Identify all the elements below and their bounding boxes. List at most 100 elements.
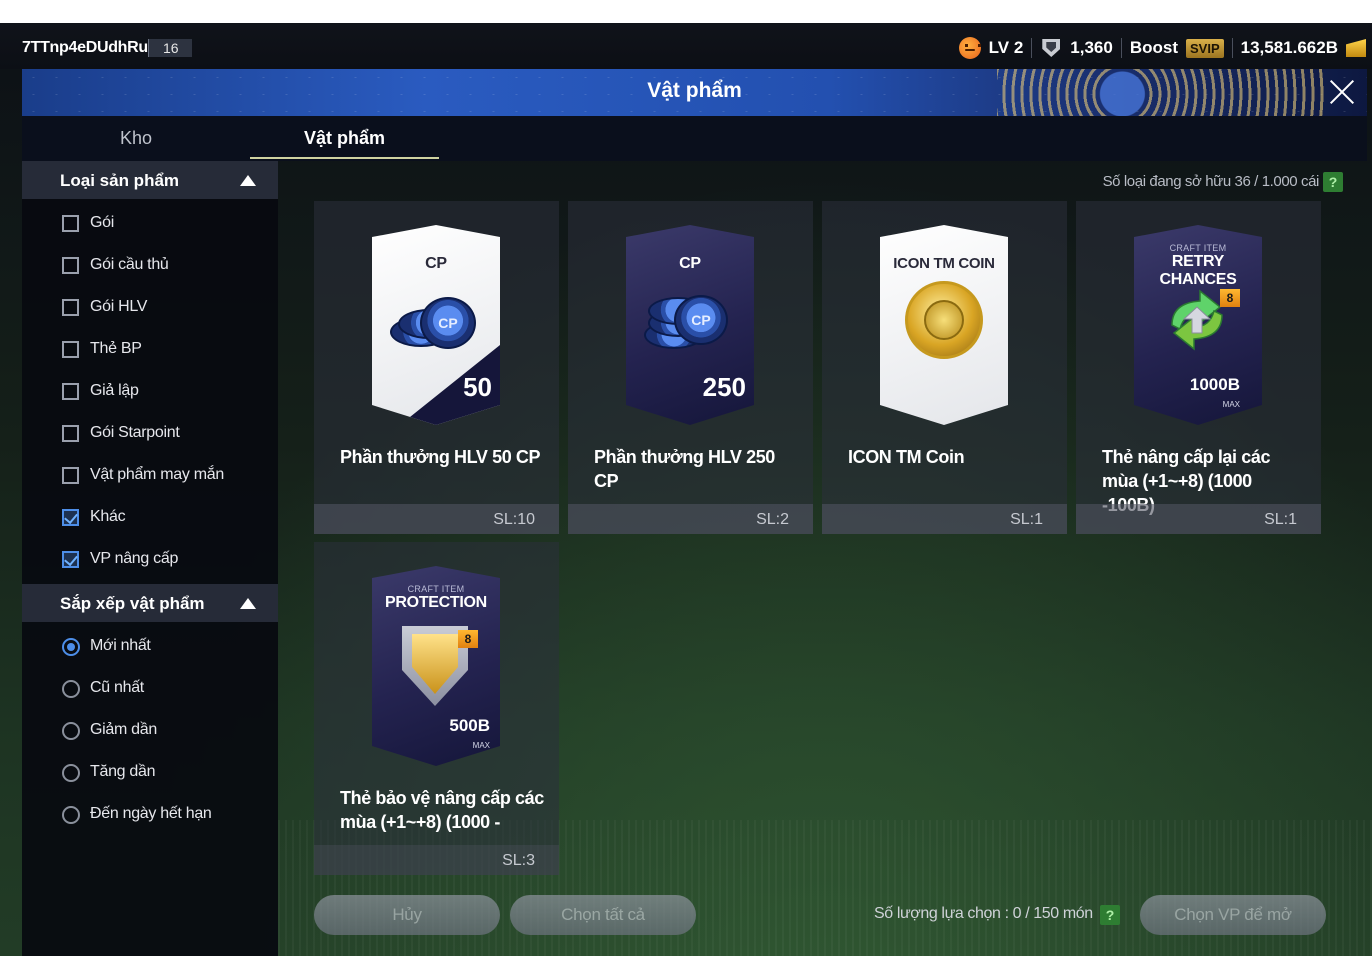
card-footer: SL:3 — [314, 845, 559, 875]
card-footer: SL:1 — [1076, 504, 1321, 534]
sort-ascending[interactable]: Tăng dần — [62, 758, 272, 788]
item-card[interactable]: CP CP 50 Phần thưởng HLV 50 CP SL:10 — [314, 201, 559, 534]
filter-goi-starpoint[interactable]: Gói Starpoint — [62, 419, 272, 449]
window-title: Vật phẩm — [647, 79, 742, 102]
checkbox-icon[interactable] — [62, 299, 79, 316]
sort-title: Sắp xếp vật phẩm — [60, 594, 205, 613]
item-grid-area: Số loại đang sở hữu 36 / 1.000 cái ? CP … — [278, 161, 1367, 956]
gold-medal-icon — [905, 281, 983, 359]
cancel-button[interactable]: Hủy — [314, 895, 500, 935]
filter-label: Gói Starpoint — [90, 424, 180, 441]
art-value: 500B — [449, 716, 490, 735]
select-all-button[interactable]: Chọn tất cả — [510, 895, 696, 935]
window-banner: Vật phẩm — [22, 69, 1367, 116]
radio-icon[interactable] — [62, 806, 80, 824]
checkbox-icon[interactable] — [62, 341, 79, 358]
trophy-shield-icon — [1040, 37, 1062, 59]
divider — [1120, 38, 1122, 58]
filter-goi-cau-thu[interactable]: Gói cầu thủ — [62, 251, 272, 281]
checkbox-icon[interactable] — [62, 257, 79, 274]
filter-label: Giả lập — [90, 382, 139, 399]
top-hud: 7TTnp4eDUdhRu 16 LV 2 1,360 Boost SVIP 1… — [0, 23, 1372, 69]
radio-icon[interactable] — [62, 764, 80, 782]
sort-header[interactable]: Sắp xếp vật phẩm — [22, 584, 278, 622]
item-card[interactable]: CP CP 250 Phần thưởng HLV 250 CP SL:2 — [568, 201, 813, 534]
product-type-header[interactable]: Loại sản phẩm — [22, 161, 278, 199]
sort-expiry[interactable]: Đến ngày hết hạn — [62, 800, 272, 830]
level-face-icon — [958, 37, 981, 59]
collapse-up-icon — [240, 598, 256, 609]
art-title: RETRY CHANCES — [1159, 253, 1237, 288]
card-footer: SL:10 — [314, 504, 559, 534]
art-title: CP — [425, 255, 447, 272]
filter-label: VP nâng cấp — [90, 550, 179, 567]
divider — [1231, 38, 1233, 58]
sort-descending[interactable]: Giảm dần — [62, 716, 272, 746]
item-quantity: SL:1 — [1264, 511, 1297, 528]
boost-label[interactable]: Boost — [1130, 38, 1178, 58]
player-name: 7TTnp4eDUdhRu — [22, 39, 148, 56]
filter-sidebar: Loại sản phẩm Gói Gói cầu thủ Gói HLV Th… — [22, 161, 278, 956]
filter-vp-nang-cap[interactable]: VP nâng cấp — [62, 545, 272, 575]
player-level: 16 — [148, 39, 192, 57]
tab-vat-pham[interactable]: Vật phẩm — [250, 116, 439, 161]
close-icon[interactable] — [1325, 75, 1359, 109]
checkbox-icon[interactable] — [62, 467, 79, 484]
radio-icon[interactable] — [62, 680, 80, 698]
item-card[interactable]: CRAFT ITEM RETRY CHANCES 8 1000B MAX Thẻ… — [1076, 201, 1321, 534]
filter-gia-lap[interactable]: Giả lập — [62, 377, 272, 407]
cp-coin-stack-icon: CP — [390, 295, 480, 355]
top-strip — [0, 0, 1372, 23]
open-selected-button[interactable]: Chọn VP để mở — [1140, 895, 1326, 935]
sort-label: Đến ngày hết hạn — [90, 805, 212, 822]
radio-icon[interactable] — [62, 722, 80, 740]
item-quantity: SL:2 — [756, 511, 789, 528]
item-name: Phần thưởng HLV 250 CP — [594, 447, 775, 491]
grade-badge: 8 — [1220, 289, 1240, 307]
selection-count: Số lượng lựa chọn : 0 / 150 món — [874, 905, 1093, 922]
art-title: ICON TM COIN — [893, 255, 995, 272]
sort-oldest[interactable]: Cũ nhất — [62, 674, 272, 704]
radio-selected-icon[interactable] — [62, 638, 80, 656]
item-quantity: SL:10 — [493, 511, 535, 528]
hud-stats: LV 2 1,360 Boost SVIP 13,581.662B — [958, 35, 1366, 61]
checkbox-checked-icon[interactable] — [62, 509, 79, 526]
checkbox-checked-icon[interactable] — [62, 551, 79, 568]
collapse-up-icon — [240, 175, 256, 186]
owned-help-button[interactable]: ? — [1323, 172, 1343, 192]
cp-coin-stack-icon: CP — [644, 295, 734, 355]
sort-label: Cũ nhất — [90, 679, 144, 696]
currency-value: 13,581.662B — [1240, 38, 1338, 57]
sort-label: Giảm dần — [90, 721, 157, 738]
art-title: PROTECTION — [385, 594, 487, 611]
filter-the-bp[interactable]: Thẻ BP — [62, 335, 272, 365]
item-quantity: SL:3 — [502, 852, 535, 869]
checkbox-icon[interactable] — [62, 425, 79, 442]
filter-label: Gói cầu thủ — [90, 256, 169, 273]
item-card[interactable]: ICON TM COIN ICON TM Coin SL:1 — [822, 201, 1067, 534]
filter-goi-hlv[interactable]: Gói HLV — [62, 293, 272, 323]
currency-coin-icon — [1346, 39, 1366, 57]
selection-help-button[interactable]: ? — [1100, 905, 1120, 925]
svip-badge[interactable]: SVIP — [1186, 38, 1224, 58]
filter-khac[interactable]: Khác — [62, 503, 272, 533]
art-title: CP — [679, 255, 701, 272]
filter-goi[interactable]: Gói — [62, 209, 272, 239]
divider — [1031, 38, 1033, 58]
item-name: Thẻ bảo vệ nâng cấp các mùa (+1~+8) (100… — [340, 788, 544, 832]
tab-bar: Kho Vật phẩm — [22, 116, 1367, 161]
art-value: 50 — [463, 372, 492, 402]
sort-newest[interactable]: Mới nhất — [62, 632, 272, 662]
art-value: 1000B — [1189, 375, 1240, 394]
item-name: Phần thưởng HLV 50 CP — [340, 447, 541, 467]
tab-kho[interactable]: Kho — [22, 116, 250, 161]
checkbox-icon[interactable] — [62, 215, 79, 232]
cp-card-art: CP CP 250 — [626, 225, 754, 425]
checkbox-icon[interactable] — [62, 383, 79, 400]
item-card[interactable]: CRAFT ITEM PROTECTION 8 500B MAX Thẻ bảo… — [314, 542, 559, 875]
cp-card-art: CP CP 50 — [372, 225, 500, 425]
max-tag: MAX — [1222, 400, 1240, 409]
item-quantity: SL:1 — [1010, 511, 1043, 528]
sort-label: Mới nhất — [90, 637, 151, 654]
filter-vat-pham-may-man[interactable]: Vật phẩm may mắn — [62, 461, 272, 491]
